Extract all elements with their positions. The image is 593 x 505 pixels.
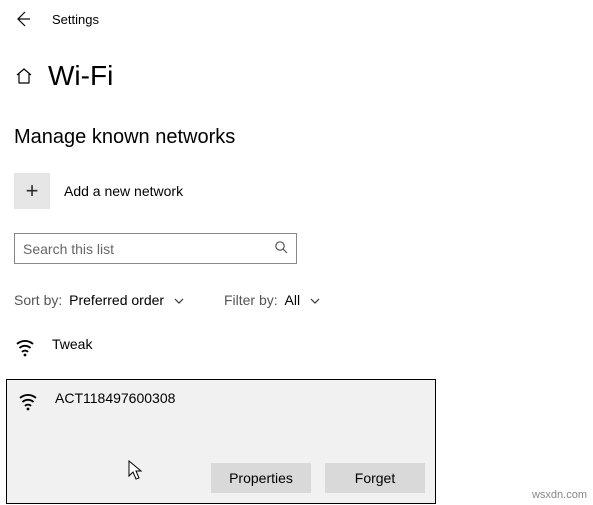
network-item[interactable]: Tweak	[6, 330, 587, 369]
search-box[interactable]	[14, 233, 297, 264]
watermark: wsxdn.com	[532, 489, 587, 501]
wifi-icon	[17, 388, 41, 417]
wifi-icon	[14, 334, 38, 363]
sort-value: Preferred order	[69, 292, 164, 308]
filter-value: All	[285, 292, 301, 308]
page-title: Wi-Fi	[48, 60, 113, 92]
add-network-button[interactable]: + Add a new network	[0, 157, 593, 219]
network-item-selected[interactable]: ACT118497600308 Properties Forget	[6, 379, 436, 504]
network-name: ACT118497600308	[55, 388, 175, 417]
section-heading: Manage known networks	[0, 100, 593, 157]
forget-button[interactable]: Forget	[325, 463, 425, 493]
sort-label: Sort by:	[14, 292, 62, 308]
search-icon[interactable]	[266, 240, 296, 257]
filters-row: Sort by: Preferred order Filter by: All	[0, 270, 593, 316]
sort-by-dropdown[interactable]: Sort by: Preferred order	[14, 292, 184, 308]
search-input[interactable]	[15, 241, 266, 257]
titlebar-title: Settings	[52, 12, 99, 27]
properties-button[interactable]: Properties	[211, 463, 311, 493]
page-header: Wi-Fi	[0, 34, 593, 100]
titlebar: Settings	[0, 0, 593, 34]
search-container	[0, 219, 593, 270]
network-list: Tweak ACT118497600308 Properties Forget	[0, 316, 593, 504]
filter-by-dropdown[interactable]: Filter by: All	[224, 292, 320, 308]
plus-icon: +	[14, 173, 50, 209]
chevron-down-icon	[174, 292, 184, 308]
chevron-down-icon	[310, 292, 320, 308]
network-name: Tweak	[52, 334, 92, 363]
add-network-label: Add a new network	[64, 183, 183, 199]
network-actions: Properties Forget	[17, 431, 425, 493]
home-icon[interactable]	[14, 66, 34, 86]
filter-label: Filter by:	[224, 292, 278, 308]
back-icon[interactable]	[14, 10, 32, 28]
